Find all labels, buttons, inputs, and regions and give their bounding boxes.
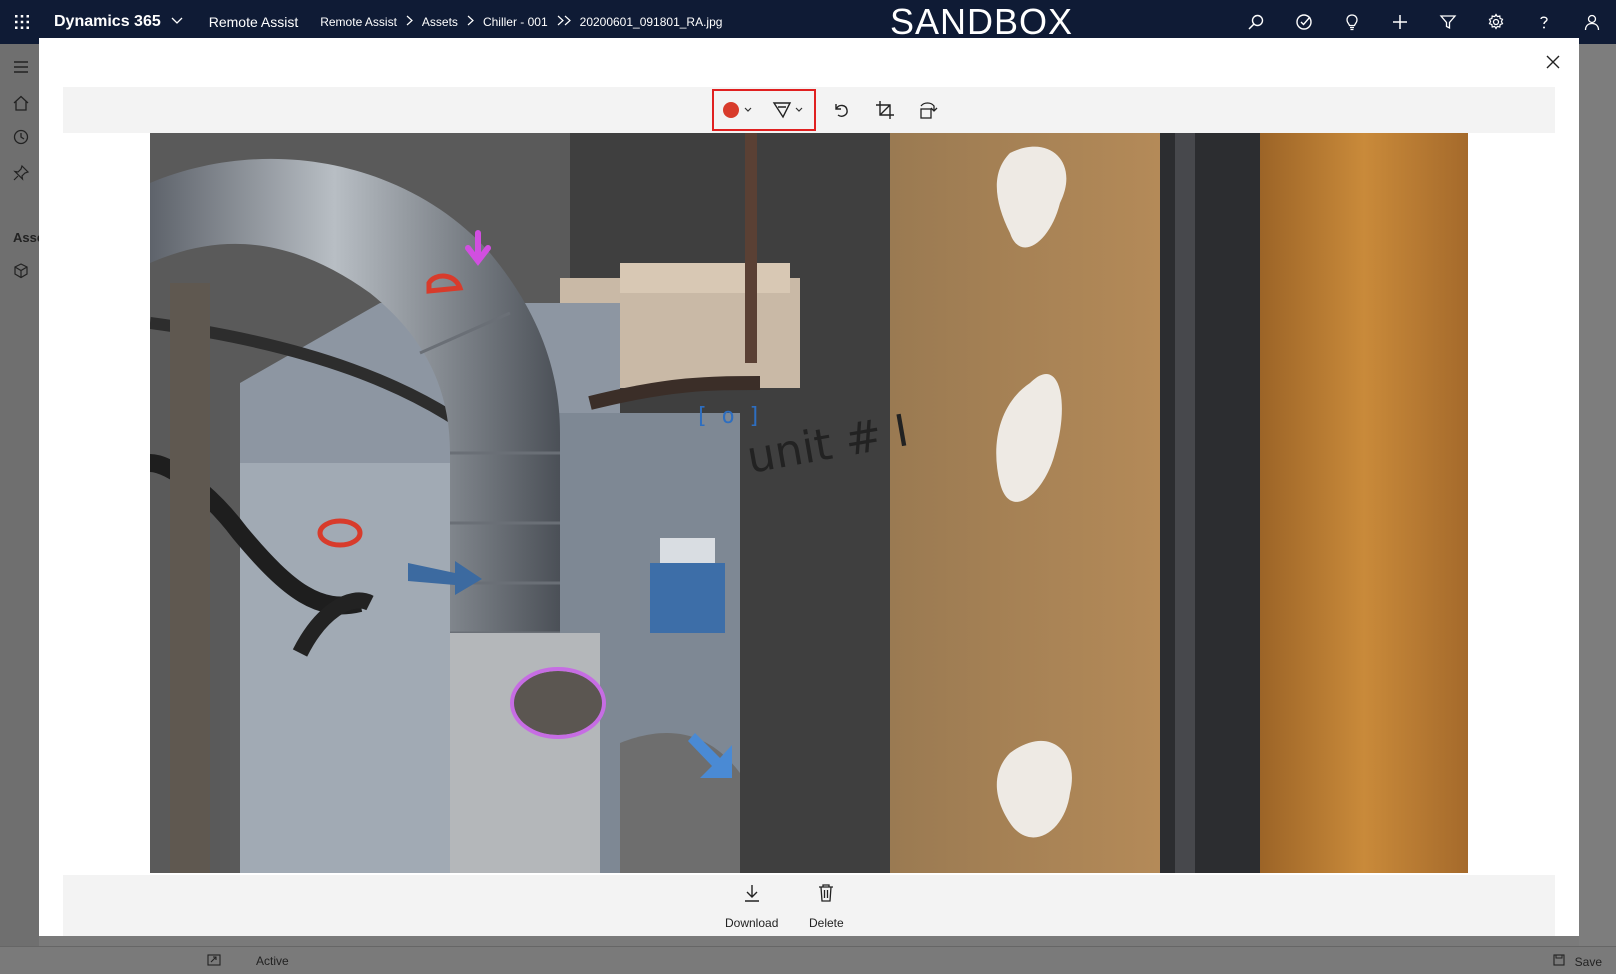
open-record-icon[interactable]: [207, 953, 221, 970]
breadcrumb-item: 20200601_091801_RA.jpg: [579, 15, 723, 29]
delete-label: Delete: [809, 916, 844, 930]
undo-icon[interactable]: [823, 91, 859, 129]
download-label: Download: [725, 916, 779, 930]
delete-button[interactable]: Delete: [809, 883, 844, 930]
chevron-down-icon[interactable]: [171, 16, 183, 28]
color-picker-button[interactable]: [714, 91, 762, 129]
record-status: Active: [256, 954, 289, 968]
status-bar: Active Save: [0, 946, 1616, 974]
save-button[interactable]: Save: [1553, 954, 1602, 969]
highlighted-tool-group: [712, 89, 816, 131]
background-form-edge: [1579, 44, 1616, 946]
crop-icon[interactable]: [867, 91, 903, 129]
chevron-right-icon: [467, 15, 474, 29]
left-rail: Asse: [0, 44, 44, 974]
recent-icon[interactable]: [12, 128, 30, 146]
breadcrumb-item[interactable]: Chiller - 001: [483, 15, 548, 29]
viewer-footer: Download Delete: [63, 875, 1555, 936]
pen-color-swatch: [723, 102, 739, 118]
download-button[interactable]: Download: [725, 883, 778, 930]
download-icon: [743, 883, 761, 908]
chevron-right-icon: [406, 15, 413, 29]
trash-icon: [817, 883, 835, 908]
double-chevron-right-icon: [557, 15, 571, 29]
breadcrumb-item[interactable]: Remote Assist: [320, 15, 397, 29]
asset-icon[interactable]: [12, 262, 30, 280]
home-icon[interactable]: [12, 94, 30, 112]
app-name[interactable]: Dynamics 365: [54, 13, 161, 31]
save-label: Save: [1574, 955, 1602, 969]
annotation-toolbar: [63, 87, 1555, 133]
pin-icon[interactable]: [12, 164, 30, 182]
hamburger-menu-icon[interactable]: [12, 58, 30, 76]
save-icon: [1553, 954, 1568, 969]
pen-icon: [772, 102, 792, 119]
svg-text:[ o ]: [ o ]: [695, 404, 761, 429]
image-viewer-dialog: unit # I [ o ] Download Delete: [39, 38, 1579, 936]
breadcrumb: Remote Assist Assets Chiller - 001 20200…: [320, 15, 722, 29]
app-launcher-icon[interactable]: [0, 0, 44, 44]
area-name[interactable]: Remote Assist: [209, 14, 298, 30]
rotate-icon[interactable]: [911, 91, 947, 129]
breadcrumb-item[interactable]: Assets: [422, 15, 458, 29]
pen-tool-button[interactable]: [762, 91, 814, 129]
annotated-photo[interactable]: unit # I [ o ]: [150, 133, 1468, 873]
close-icon[interactable]: [1541, 50, 1565, 74]
